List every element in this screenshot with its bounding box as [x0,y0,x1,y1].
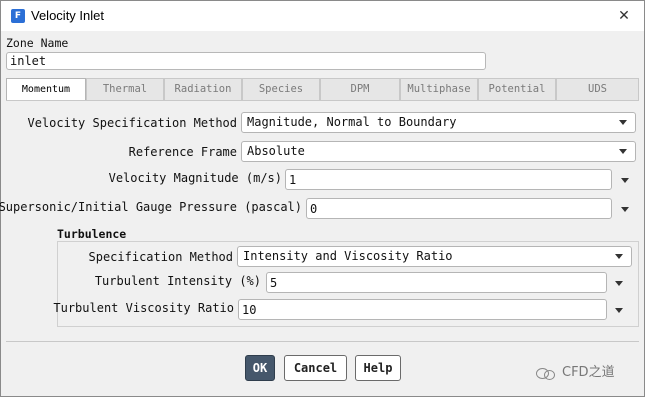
cancel-button[interactable]: Cancel [284,355,347,381]
velocity-spec-method-select[interactable]: Magnitude, Normal to Boundary [241,112,636,133]
zone-name-label: Zone Name [6,36,69,50]
turbulence-spec-method-value: Intensity and Viscosity Ratio [243,249,453,263]
velocity-spec-method-label: Velocity Specification Method [27,116,237,130]
gauge-pressure-label: Supersonic/Initial Gauge Pressure (pasca… [0,200,302,214]
tab-species[interactable]: Species [242,78,320,100]
chevron-down-icon [619,149,627,154]
turbulence-section-title: Turbulence [57,227,127,241]
wechat-icon [536,367,556,380]
reference-frame-select[interactable]: Absolute [241,141,636,162]
zone-name-input[interactable]: inlet [6,52,486,70]
tab-radiation[interactable]: Radiation [164,78,242,100]
tab-momentum[interactable]: Momentum [6,78,86,101]
tab-potential[interactable]: Potential [478,78,556,100]
velocity-magnitude-input[interactable]: 1 [285,169,612,190]
gauge-pressure-dropdown-icon[interactable] [621,207,629,212]
tab-uds[interactable]: UDS [556,78,639,100]
reference-frame-value: Absolute [247,144,305,158]
watermark-text: CFD之道 [562,365,615,380]
turbulent-intensity-dropdown-icon[interactable] [615,281,623,286]
close-button[interactable]: ✕ [610,4,638,28]
turbulent-intensity-input[interactable]: 5 [266,272,607,293]
title-bar: F Velocity Inlet ✕ [1,1,644,31]
reference-frame-label: Reference Frame [128,145,237,159]
window-title: Velocity Inlet [31,8,104,23]
tab-thermal[interactable]: Thermal [86,78,164,100]
velocity-inlet-dialog: F Velocity Inlet ✕ Zone Name inlet Momen… [0,0,645,397]
turbulence-spec-method-select[interactable]: Intensity and Viscosity Ratio [237,246,632,267]
chevron-down-icon [615,254,623,259]
turbulent-viscosity-ratio-dropdown-icon[interactable] [615,308,623,313]
velocity-magnitude-label: Velocity Magnitude (m/s) [108,171,282,185]
turbulent-viscosity-ratio-input[interactable]: 10 [238,299,607,320]
tab-multiphase[interactable]: Multiphase [400,78,478,100]
turbulent-viscosity-ratio-label: Turbulent Viscosity Ratio [53,301,234,315]
watermark: CFD之道 [536,361,615,380]
velocity-magnitude-dropdown-icon[interactable] [621,178,629,183]
help-button[interactable]: Help [355,355,401,381]
turbulent-intensity-label: Turbulent Intensity (%) [94,274,261,288]
tab-dpm[interactable]: DPM [320,78,400,100]
ok-button[interactable]: OK [245,355,275,381]
velocity-spec-method-value: Magnitude, Normal to Boundary [247,115,457,129]
footer-separator [6,341,639,342]
chevron-down-icon [619,120,627,125]
turbulence-spec-method-label: Specification Method [88,250,234,264]
gauge-pressure-input[interactable]: 0 [306,198,612,219]
fluent-app-icon: F [11,9,25,23]
